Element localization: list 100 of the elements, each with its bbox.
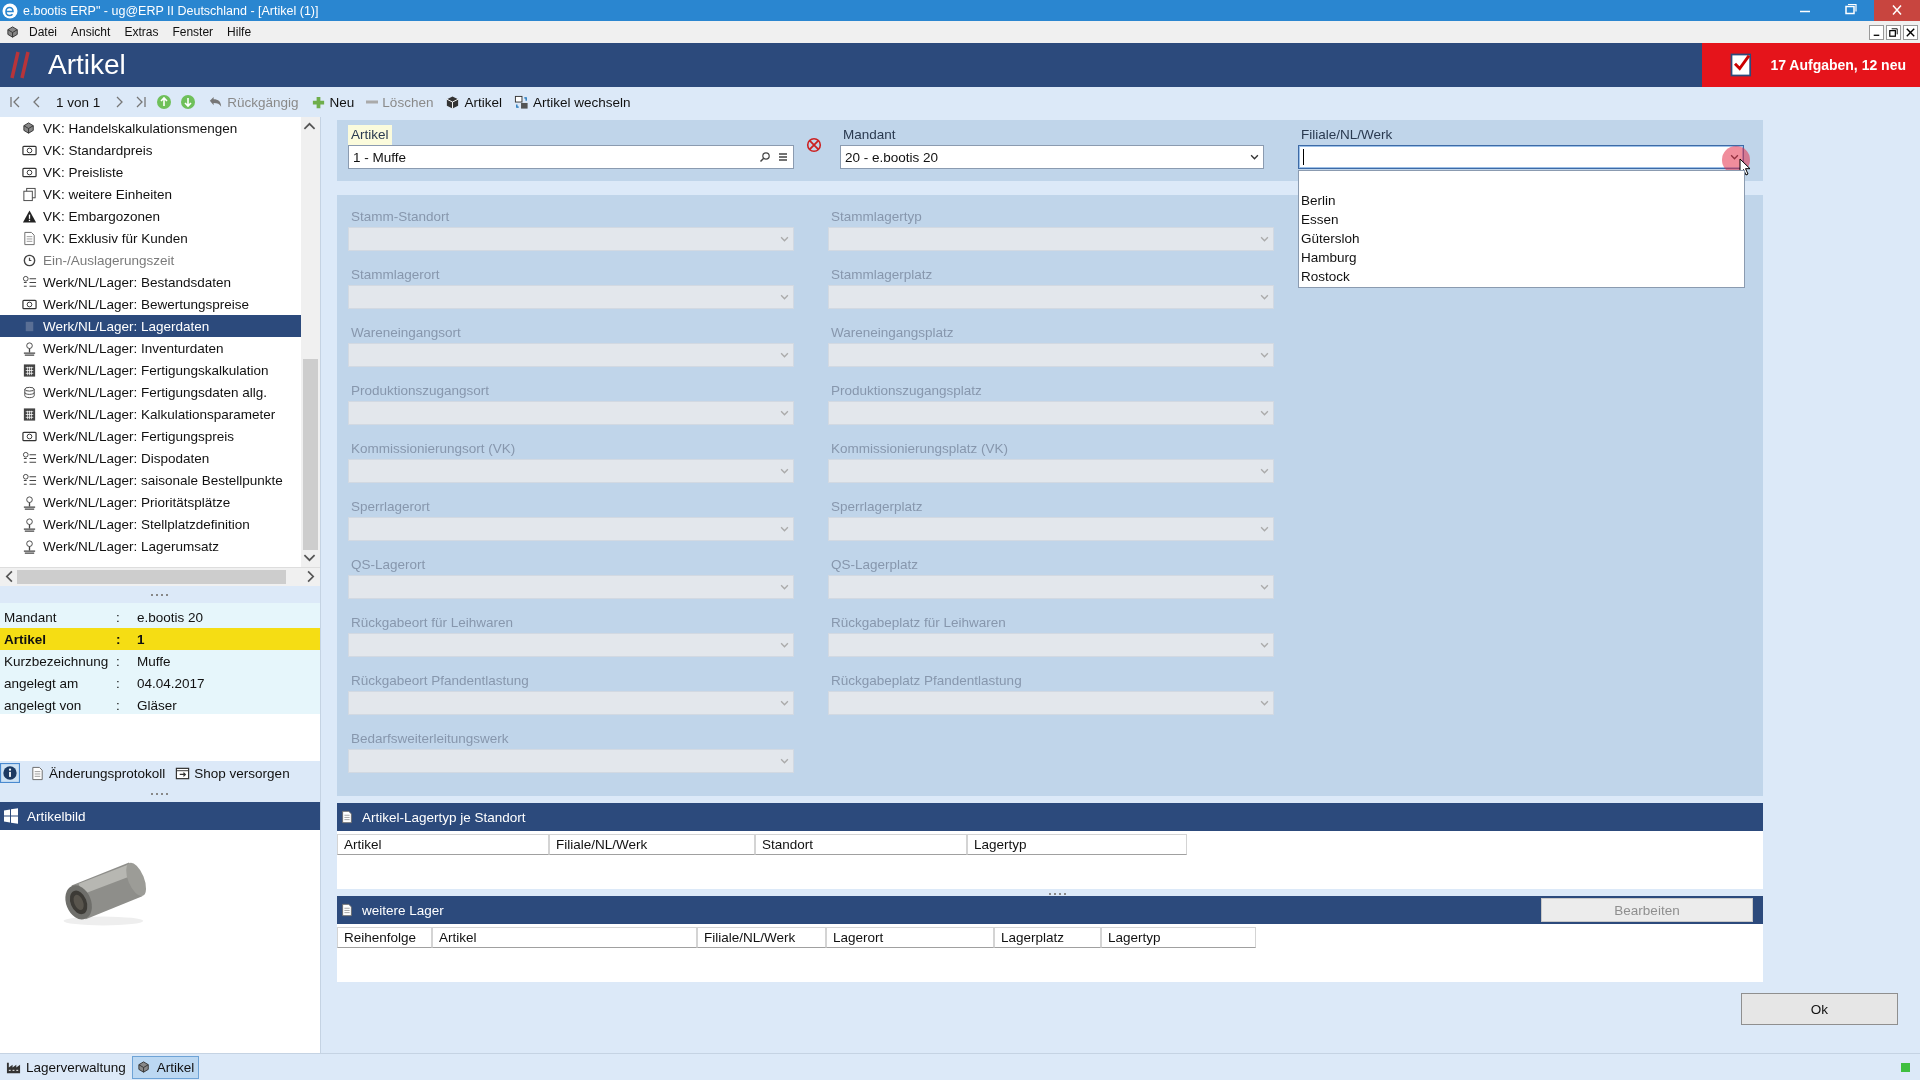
tool-button[interactable]: Shop versorgen xyxy=(175,765,290,781)
scale-icon xyxy=(22,538,37,554)
tree-item[interactable]: Werk/NL/Lager: Inventurdaten xyxy=(0,337,301,359)
field-label: Rückgabeplatz für Leihwaren xyxy=(830,614,1007,632)
tree-item[interactable]: Werk/NL/Lager: Prioritätsplätze xyxy=(0,491,301,513)
tree-item[interactable]: Werk/NL/Lager: Fertigungskalkulation xyxy=(0,359,301,381)
first-record-icon[interactable] xyxy=(8,95,22,109)
toolbar-button[interactable]: Artikel xyxy=(445,94,502,110)
splitter-grip-icon[interactable] xyxy=(150,592,170,597)
field-label: Stammlagerort xyxy=(350,266,441,284)
menu-icon[interactable] xyxy=(777,151,789,163)
tree-item[interactable]: VK: Embargozonen xyxy=(0,205,301,227)
column-header[interactable]: Filiale/NL/Werk xyxy=(697,927,826,948)
tasks-badge[interactable]: 17 Aufgaben, 12 neu xyxy=(1702,43,1920,87)
tree-item[interactable]: VK: weitere Einheiten xyxy=(0,183,301,205)
tree-item[interactable]: Werk/NL/Lager: Lagerumsatz xyxy=(0,535,301,557)
tree-item[interactable]: Werk/NL/Lager: Fertigungsdaten allg. xyxy=(0,381,301,403)
ok-button[interactable]: Ok xyxy=(1741,993,1898,1025)
caret-icon xyxy=(780,583,789,591)
tree-item[interactable]: Werk/NL/Lager: Dispodaten xyxy=(0,447,301,469)
caret-icon xyxy=(780,467,789,475)
tree-item[interactable]: Werk/NL/Lager: Bestandsdaten xyxy=(0,271,301,293)
field-label: Produktionszugangsort xyxy=(350,382,491,400)
menu-item[interactable]: Extras xyxy=(124,25,159,39)
tool-button[interactable]: Änderungsprotokoll xyxy=(30,765,166,781)
clear-icon[interactable] xyxy=(806,137,822,153)
menu-item[interactable]: Datei xyxy=(29,25,57,39)
info-label: angelegt von xyxy=(4,697,83,713)
article-field[interactable]: 1 - Muffe xyxy=(348,145,794,169)
tree-item[interactable]: VK: Exklusiv für Kunden xyxy=(0,227,301,249)
column-header[interactable]: Lagertyp xyxy=(1101,927,1256,948)
separator: : xyxy=(116,697,121,713)
scale-icon xyxy=(22,516,37,532)
tree-item[interactable]: Werk/NL/Lager: Lagerdaten xyxy=(0,315,301,337)
column-header[interactable]: Standort xyxy=(755,834,967,855)
taskbar-button[interactable]: Lagerverwaltung xyxy=(2,1055,130,1079)
field-label: Produktionszugangsplatz xyxy=(830,382,983,400)
toolbar-button[interactable]: Neu xyxy=(310,94,355,110)
panel-title: weitere Lager xyxy=(362,902,444,918)
field-label: Rückgabeplatz Pfandentlastung xyxy=(830,672,1023,690)
field-label: Sperrlagerort xyxy=(350,498,431,516)
export-icon xyxy=(175,765,191,781)
cube-icon xyxy=(445,94,461,110)
separator: : xyxy=(116,653,121,669)
dropdown-option[interactable]: Gütersloh xyxy=(1301,229,1742,248)
page-title: Artikel xyxy=(48,49,126,81)
close-icon[interactable] xyxy=(1903,24,1918,40)
info-label: Kurzbezeichnung xyxy=(4,653,110,669)
field-label: Kommissionierungsort (VK) xyxy=(350,440,517,458)
dropdown[interactable]: 20 - e.bootis 20 xyxy=(840,145,1264,169)
cubes-icon xyxy=(22,120,37,136)
field-label: Bedarfsweiterleitungswerk xyxy=(350,730,510,748)
field-label: Wareneingangsort xyxy=(350,324,462,342)
cubes-icon xyxy=(6,24,21,40)
tree-item[interactable]: VK: Preisliste xyxy=(0,161,301,183)
toolbar-button[interactable]: Artikel wechseln xyxy=(513,94,631,110)
dropdown-option[interactable]: Hamburg xyxy=(1301,248,1742,267)
swap-icon xyxy=(513,94,529,110)
vertical-scrollbar[interactable] xyxy=(301,117,320,567)
column-header[interactable]: Artikel xyxy=(337,834,549,855)
dropdown[interactable] xyxy=(1298,145,1744,169)
tree-item[interactable]: VK: Handelskalkulationsmengen xyxy=(0,117,301,139)
tree-item[interactable]: Werk/NL/Lager: Kalkulationsparameter xyxy=(0,403,301,425)
caret-icon xyxy=(1260,293,1269,301)
column-header[interactable]: Reihenfolge xyxy=(337,927,432,948)
info-icon[interactable] xyxy=(0,763,20,783)
horizontal-scrollbar[interactable] xyxy=(0,567,320,586)
splitter-grip-icon[interactable] xyxy=(1048,892,1068,896)
dropdown-option[interactable]: Rostock xyxy=(1301,267,1742,286)
caret-icon xyxy=(1260,235,1269,243)
column-header[interactable]: Filiale/NL/Werk xyxy=(549,834,755,855)
info-label: angelegt am xyxy=(4,675,80,691)
taskbar-button[interactable]: Artikel xyxy=(131,1055,200,1079)
pages-icon xyxy=(22,186,37,202)
column-header[interactable]: Lagerort xyxy=(826,927,994,948)
info-label: Artikel xyxy=(4,631,48,647)
tree-item[interactable]: Werk/NL/Lager: Fertigungspreis xyxy=(0,425,301,447)
menu-item[interactable]: Hilfe xyxy=(227,25,252,39)
field-label: Sperrlagerplatz xyxy=(830,498,924,516)
splitter-grip-icon[interactable] xyxy=(150,791,170,796)
last-record-icon[interactable] xyxy=(134,95,149,109)
tree-item[interactable]: VK: Standardpreis xyxy=(0,139,301,161)
tree-item[interactable]: Werk/NL/Lager: Stellplatzdefinition xyxy=(0,513,301,535)
field-label: Wareneingangsplatz xyxy=(830,324,955,342)
caret-icon xyxy=(1260,699,1269,707)
column-header[interactable]: Lagertyp xyxy=(967,834,1187,855)
caret-icon xyxy=(780,525,789,533)
info-value: 04.04.2017 xyxy=(137,675,205,691)
warning-icon xyxy=(22,208,37,224)
menu-item[interactable]: Fenster xyxy=(172,25,214,39)
column-header[interactable]: Lagerplatz xyxy=(994,927,1101,948)
menu-item[interactable]: Ansicht xyxy=(71,25,111,39)
column-header[interactable]: Artikel xyxy=(432,927,697,948)
restore-icon[interactable] xyxy=(1886,24,1901,40)
dropdown-option[interactable]: Berlin xyxy=(1301,191,1742,210)
tree-item[interactable]: Werk/NL/Lager: Bewertungspreise xyxy=(0,293,301,315)
tree-item[interactable]: Werk/NL/Lager: saisonale Bestellpunkte xyxy=(0,469,301,491)
search-icon[interactable] xyxy=(759,151,771,163)
info-value: Muffe xyxy=(137,653,171,669)
dropdown-option[interactable]: Essen xyxy=(1301,210,1742,229)
